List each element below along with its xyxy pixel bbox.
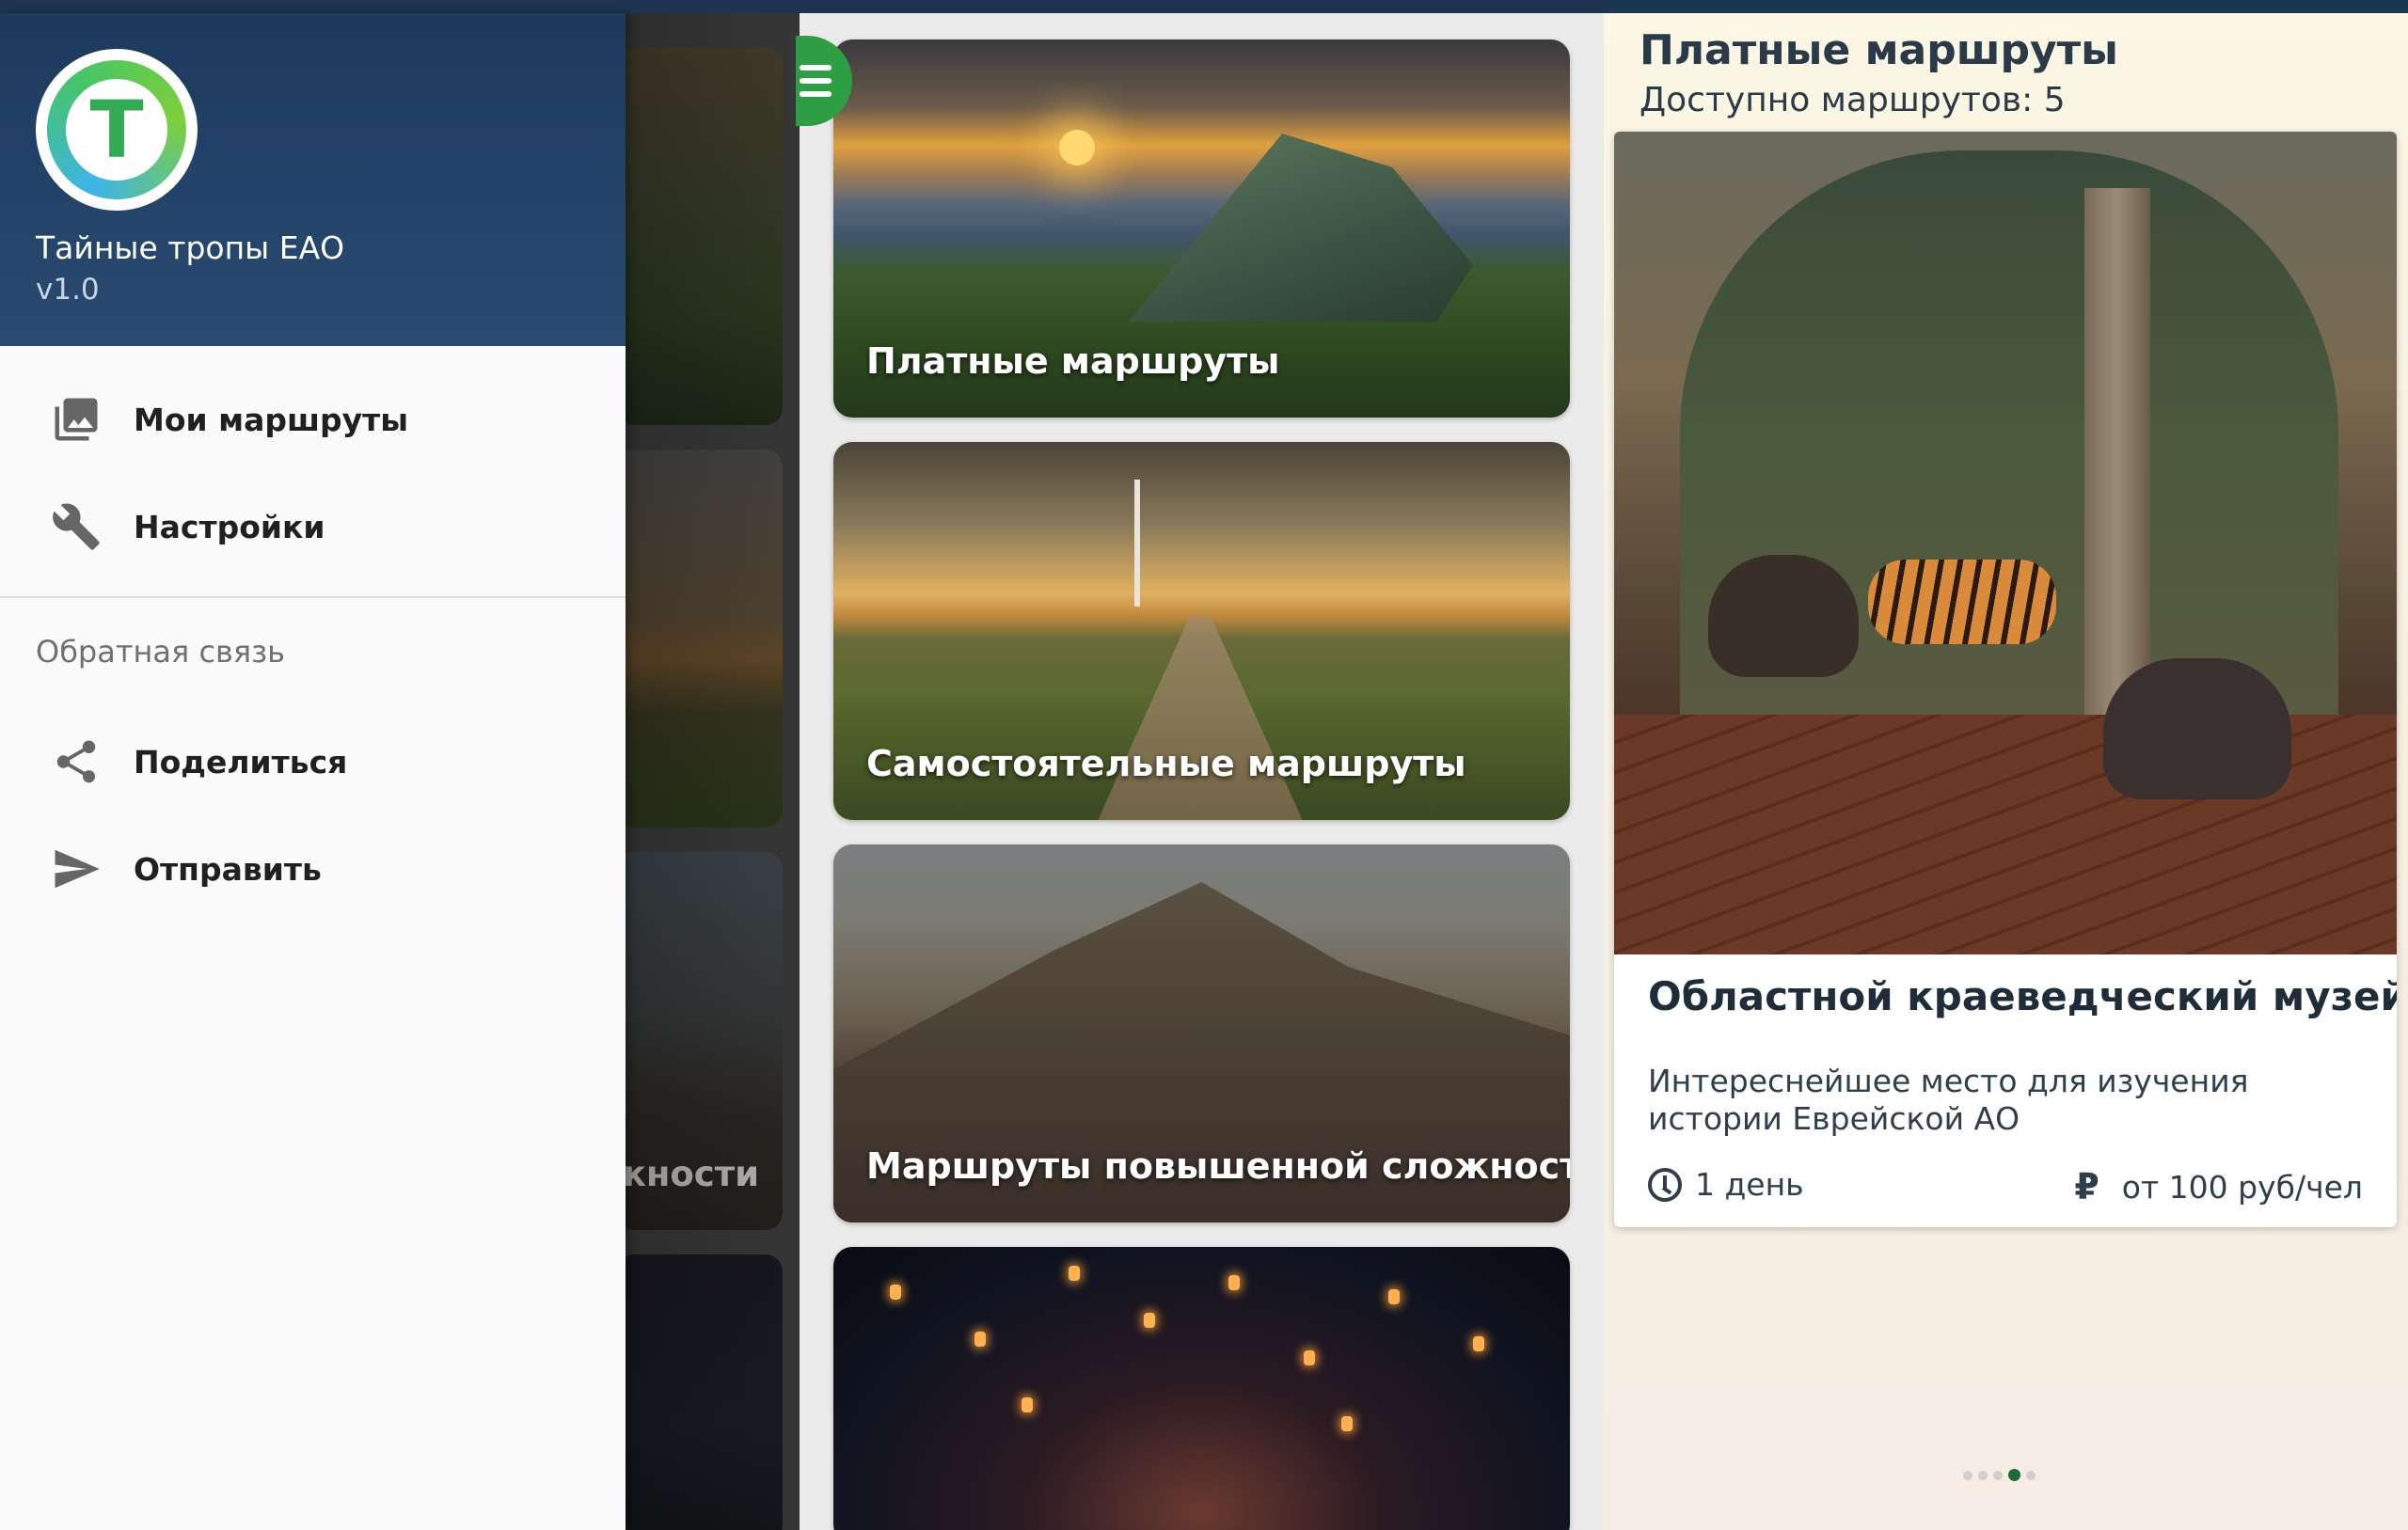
card-image-lanterns <box>833 1247 1570 1530</box>
lantern-shape <box>1473 1336 1484 1351</box>
background-card-label: жности <box>617 1154 760 1194</box>
detail-title: Платные маршруты <box>1640 26 2118 74</box>
app-name: Тайные тропы ЕАО <box>36 229 345 266</box>
drawer-section-title: Обратная связь <box>36 634 286 670</box>
send-icon <box>51 844 102 894</box>
lantern-shape <box>1228 1275 1240 1290</box>
pager-dots[interactable] <box>1963 1469 2036 1481</box>
logo-letter: T <box>66 79 167 181</box>
lantern-shape <box>1069 1266 1080 1281</box>
category-list: Платные маршруты Самостоятельные маршрут… <box>800 13 1604 1530</box>
pager-dot[interactable] <box>1978 1470 1988 1480</box>
duration-text: 1 день <box>1695 1166 1804 1203</box>
road-shape <box>1097 616 1304 820</box>
category-card-title: Самостоятельные маршруты <box>866 743 1466 784</box>
lantern-shape <box>1388 1289 1400 1304</box>
drawer-item-settings[interactable]: Настройки <box>0 480 626 574</box>
boar-shape <box>1708 555 1859 677</box>
category-card-title: Маршруты повышенной сложности <box>866 1145 1570 1187</box>
duration-info: 1 день <box>1648 1166 1804 1203</box>
background-card <box>617 47 783 425</box>
lantern-shape <box>1144 1313 1155 1328</box>
category-card-paid[interactable]: Платные маршруты <box>833 39 1570 418</box>
lantern-shape <box>974 1332 986 1347</box>
background-card <box>617 450 783 828</box>
category-card-title: Платные маршруты <box>866 340 1280 382</box>
wind-turbine-shape <box>1134 480 1140 607</box>
price-info: ₽ от 100 руб/чел <box>2074 1166 2363 1207</box>
app-version: v1.0 <box>36 273 100 307</box>
wrench-icon <box>51 501 102 552</box>
hamburger-icon <box>800 65 832 97</box>
sun-shape <box>1059 130 1095 166</box>
tour-meta: 1 день ₽ от 100 руб/чел <box>1648 1166 2363 1207</box>
pager-dot[interactable] <box>1963 1470 1972 1480</box>
category-card-self-guided[interactable]: Самостоятельные маршруты <box>833 442 1570 820</box>
drawer-item-label: Настройки <box>134 508 325 545</box>
tour-card[interactable]: Областной краеведческий музей Интересней… <box>1614 132 2397 1227</box>
available-count: Доступно маршрутов: 5 <box>1640 81 2066 119</box>
drawer-item-send[interactable]: Отправить <box>0 822 626 916</box>
lantern-shape <box>1304 1350 1315 1365</box>
tent-shape <box>1128 134 1473 322</box>
status-bar <box>0 0 2408 13</box>
share-icon <box>51 736 102 787</box>
drawer-item-my-routes[interactable]: Мои маршруты <box>0 372 626 466</box>
lantern-shape <box>890 1285 901 1300</box>
category-card-advanced[interactable]: Маршруты повышенной сложности <box>833 844 1570 1222</box>
logo-ring-shape: T <box>47 60 186 199</box>
app-logo: T <box>36 49 198 211</box>
category-card-lanterns[interactable] <box>833 1247 1570 1530</box>
pager-dot[interactable] <box>1993 1470 2003 1480</box>
drawer-item-label: Отправить <box>134 850 322 888</box>
clock-icon <box>1648 1167 1682 1202</box>
drawer-item-label: Мои маршруты <box>134 401 409 438</box>
pager-dot[interactable] <box>2026 1470 2036 1480</box>
price-text: от 100 руб/чел <box>2121 1168 2363 1206</box>
pager-dot[interactable] <box>2008 1469 2020 1481</box>
detail-panel: Платные маршруты Доступно маршрутов: 5 О… <box>1604 13 2408 1530</box>
ruble-icon: ₽ <box>2074 1166 2099 1207</box>
tour-description: Интереснейшее место для изучения истории… <box>1648 1063 2249 1137</box>
tour-name: Областной краеведческий музей <box>1648 973 2397 1019</box>
background-card: жности <box>617 852 783 1230</box>
drawer-header: T Тайные тропы ЕАО v1.0 <box>0 13 626 346</box>
tour-image-museum <box>1614 132 2397 954</box>
drawer-divider <box>0 596 626 598</box>
background-card <box>617 1254 783 1530</box>
tree-trunk-shape <box>2084 188 2150 715</box>
photo-library-icon <box>51 394 102 445</box>
lantern-shape <box>1022 1397 1033 1412</box>
drawer-item-share[interactable]: Поделиться <box>0 715 626 809</box>
boar-shape <box>2103 658 2291 799</box>
drawer-item-label: Поделиться <box>134 743 348 781</box>
lantern-shape <box>1341 1416 1353 1431</box>
tiger-shape <box>1868 560 2056 644</box>
navigation-drawer: T Тайные тропы ЕАО v1.0 Мои маршруты Нас… <box>0 13 626 1530</box>
